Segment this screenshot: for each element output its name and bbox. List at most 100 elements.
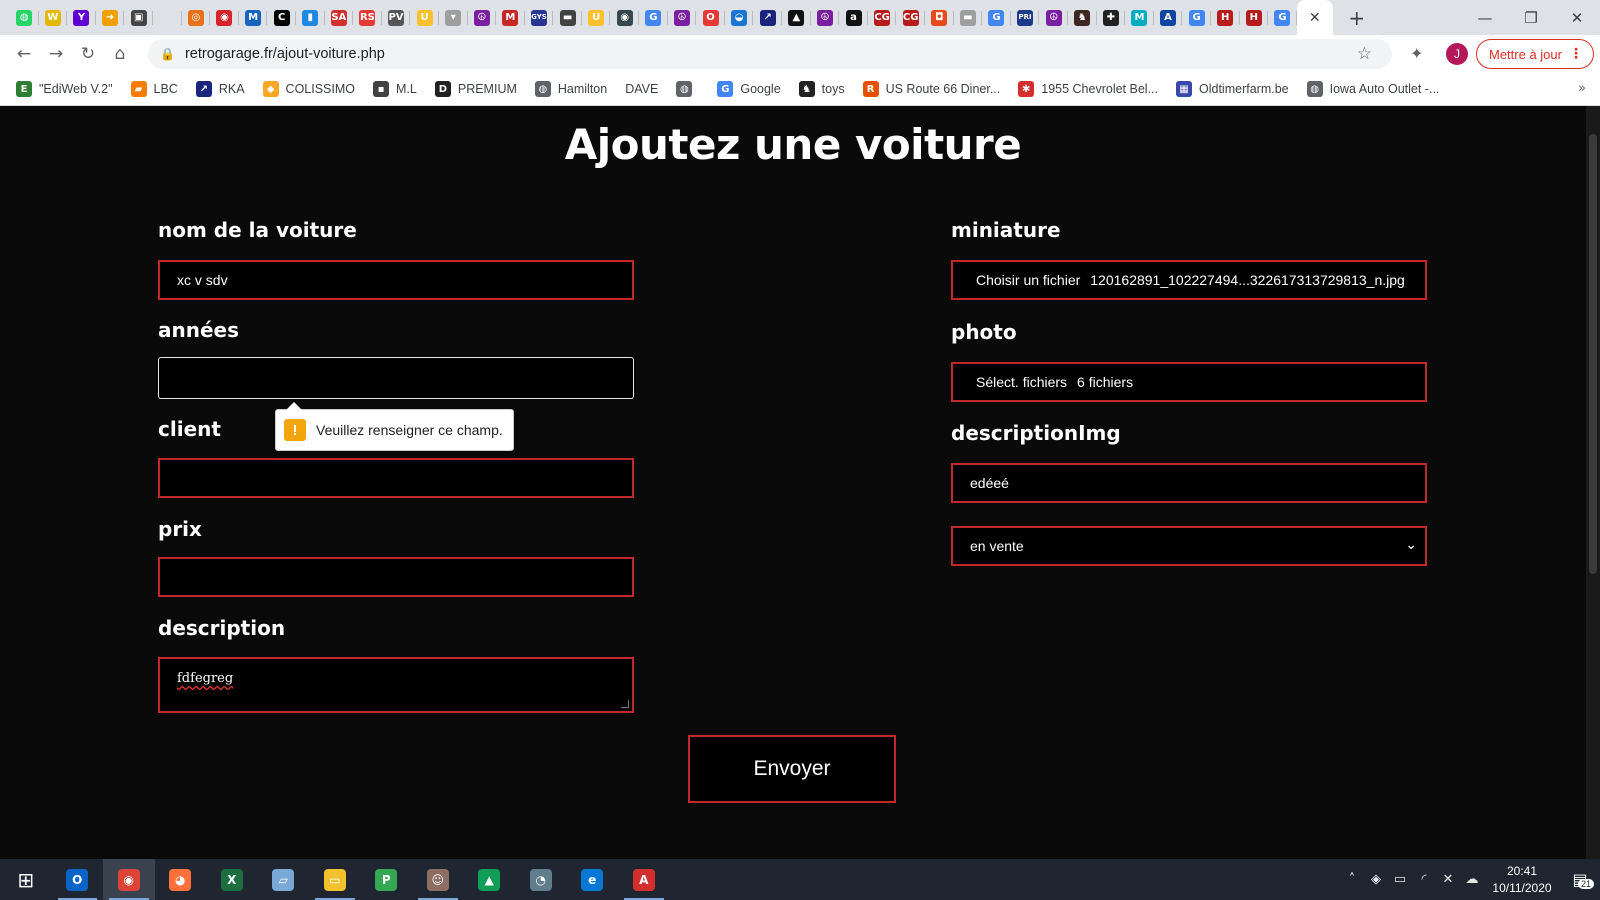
taskbar-app[interactable]: ⊞ [0,859,52,900]
browser-tab[interactable]: ☮ [1039,0,1068,35]
browser-tab[interactable] [153,0,182,35]
browser-tab[interactable]: G [639,0,668,35]
years-input[interactable] [158,357,634,399]
browser-tab[interactable]: ✚ [1097,0,1126,35]
browser-tab[interactable]: GYS [525,0,554,35]
browser-tab[interactable]: Y [67,0,96,35]
bookmark-item[interactable]: ✱ 1955 Chevrolet Bel... [1018,81,1158,97]
bookmark-item[interactable]: R US Route 66 Diner... [862,81,1000,97]
browser-tab[interactable]: a [839,0,868,35]
active-browser-tab[interactable]: ✕ [1296,0,1333,35]
browser-tab[interactable]: A [1154,0,1183,35]
home-button[interactable]: ⌂ [104,38,136,70]
dropbox-icon[interactable]: ◈ [1364,872,1388,887]
profile-avatar[interactable]: J [1446,43,1468,65]
browser-tab[interactable]: CG [868,0,897,35]
bookmark-item[interactable]: ▪ M.L [373,81,417,97]
browser-tab[interactable]: PV [382,0,411,35]
browser-tab[interactable]: M [239,0,268,35]
browser-tab[interactable]: ➜ [96,0,125,35]
browser-tab[interactable]: ☮ [468,0,497,35]
browser-tab[interactable]: ◎ [182,0,211,35]
clock[interactable]: 20:41 10/11/2020 [1484,863,1560,897]
lock-icon[interactable]: 🔒 [160,47,175,61]
bookmark-item[interactable]: ◍ [676,81,699,97]
browser-tab[interactable]: U [410,0,439,35]
minimize-button[interactable]: — [1462,0,1508,35]
bookmark-item[interactable]: ▰ LBC [130,81,178,97]
taskbar-app[interactable]: ▲ [464,859,516,900]
scrollbar-thumb[interactable] [1589,134,1597,574]
select-files-button[interactable]: Sélect. fichiers [976,374,1067,390]
bookmark-item[interactable]: ↗ RKA [195,81,245,97]
mute-icon[interactable]: ✕ [1436,872,1460,887]
close-window-button[interactable]: ✕ [1554,0,1600,35]
photo-file-input[interactable]: Sélect. fichiers 6 fichiers [951,362,1427,402]
bookmark-star-icon[interactable]: ☆ [1357,44,1372,64]
browser-tab[interactable]: ▮ [296,0,325,35]
taskbar-app[interactable]: ◔ [515,859,567,900]
browser-tab[interactable]: H [1240,0,1269,35]
browser-tab[interactable]: SA [325,0,354,35]
address-bar[interactable]: 🔒 retrogarage.fr/ajout-voiture.php ☆ [148,39,1392,69]
update-button[interactable]: Mettre à jour ⋮ [1476,39,1594,69]
browser-tab[interactable]: ↗ [753,0,782,35]
browser-tab[interactable]: ♞ [1068,0,1097,35]
battery-icon[interactable]: ▭ [1388,872,1412,887]
submit-button[interactable]: Envoyer [688,735,896,803]
browser-tab[interactable]: ▾ [439,0,468,35]
browser-tab[interactable]: ◉ [210,0,239,35]
back-button[interactable]: ← [8,38,40,70]
browser-tab[interactable]: M [496,0,525,35]
description-textarea[interactable]: fdfegreg [158,657,634,713]
onedrive-icon[interactable]: ☁ [1460,872,1484,887]
bookmark-item[interactable]: E "EdiWeb V.2" [16,81,113,97]
client-input[interactable] [158,458,634,498]
browser-tab[interactable]: ☮ [811,0,840,35]
bookmarks-overflow-button[interactable]: » [1578,81,1586,96]
show-hidden-icons-icon[interactable]: ˄ [1340,872,1364,887]
taskbar-app[interactable]: ◕ [155,859,207,900]
taskbar-app[interactable]: ◉ [103,859,155,900]
taskbar-app[interactable]: P [361,859,413,900]
bookmark-item[interactable]: ♞ toys [798,81,845,97]
wifi-icon[interactable]: ◜ [1412,872,1436,887]
browser-tab[interactable]: C [267,0,296,35]
browser-tab[interactable]: W [39,0,68,35]
taskbar-app[interactable]: ▱ [258,859,310,900]
browser-tab[interactable]: U [582,0,611,35]
choose-file-button[interactable]: Choisir un fichier [976,272,1080,288]
browser-tab[interactable]: G [982,0,1011,35]
browser-tab[interactable]: ▣ [124,0,153,35]
bookmark-item[interactable]: ◍ Iowa Auto Outlet -... [1306,81,1439,97]
resize-grip-icon[interactable] [621,700,629,708]
browser-tab[interactable]: ◉ [610,0,639,35]
browser-tab[interactable]: ◘ [925,0,954,35]
taskbar-app[interactable]: O [52,859,104,900]
taskbar-app[interactable]: ☺ [412,859,464,900]
bookmark-item[interactable]: ◍ Hamilton [534,81,607,97]
taskbar-app[interactable]: X [206,859,258,900]
browser-tab[interactable]: ▬ [553,0,582,35]
car-name-input[interactable]: xc v sdv [158,260,634,300]
bookmark-item[interactable]: ◆ COLISSIMO [262,81,355,97]
url-text[interactable]: retrogarage.fr/ajout-voiture.php [185,46,385,62]
browser-tab[interactable]: ▬ [954,0,983,35]
extensions-icon[interactable]: ✦ [1410,44,1423,63]
browser-tab[interactable]: M [1125,0,1154,35]
price-input[interactable] [158,557,634,597]
browser-tab[interactable]: G [1182,0,1211,35]
maximize-button[interactable]: ❐ [1508,0,1554,35]
browser-tab[interactable]: ☮ [668,0,697,35]
browser-tab[interactable]: CG [896,0,925,35]
close-tab-icon[interactable]: ✕ [1309,10,1321,26]
browser-tab[interactable]: ▲ [782,0,811,35]
taskbar-app[interactable]: e [567,859,619,900]
notifications-button[interactable]: ▤ 21 [1560,870,1600,889]
new-tab-button[interactable]: + [1341,0,1373,35]
taskbar-app[interactable]: ▭ [309,859,361,900]
page-scrollbar[interactable] [1586,106,1600,859]
browser-tab[interactable]: ◍ [10,0,39,35]
browser-tab[interactable]: PRI [1011,0,1040,35]
reload-button[interactable]: ↻ [72,38,104,70]
